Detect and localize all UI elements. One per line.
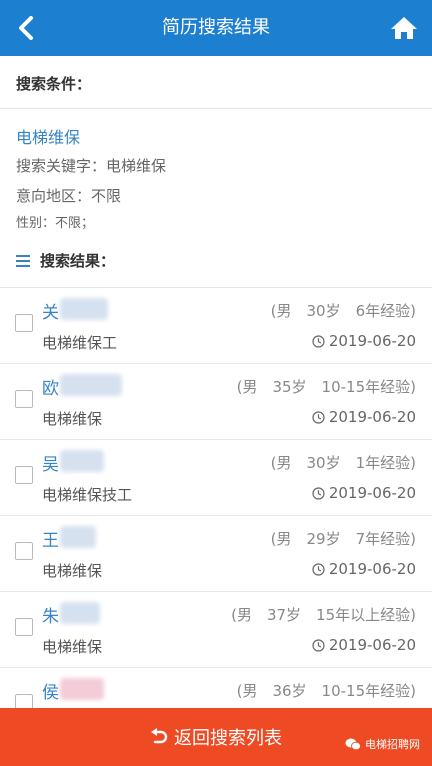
watermark-text: 电梯招聘网 <box>365 738 420 751</box>
date-field: 2019-06-20 <box>312 636 416 654</box>
result-item[interactable]: 吴 (男 30岁 1年经验) 电梯维保技工 2019-06-20 <box>0 440 432 516</box>
back-to-list-label: 返回搜索列表 <box>174 728 282 749</box>
candidate-name[interactable]: 欧 <box>42 374 59 399</box>
date-field: 2019-06-20 <box>312 484 416 502</box>
date-field: 2019-06-20 <box>312 408 416 426</box>
candidate-name[interactable]: 王 <box>42 526 59 551</box>
clock-icon <box>312 410 325 424</box>
candidate-meta: (男 29岁 7年经验) <box>270 530 416 548</box>
candidate-date: 2019-06-20 <box>328 560 416 578</box>
candidate-job: 电梯维保 <box>42 410 103 428</box>
date-field: 2019-06-20 <box>312 560 416 578</box>
select-checkbox[interactable] <box>15 618 33 636</box>
result-item[interactable]: 欧 (男 35岁 10-15年经验) 电梯维保 2019-06-20 <box>0 364 432 440</box>
candidate-job: 电梯维保工 <box>42 334 118 352</box>
result-item[interactable]: 朱 (男 37岁 15年以上经验) 电梯维保 2019-06-20 <box>0 592 432 668</box>
candidate-date: 2019-06-20 <box>328 484 416 502</box>
candidate-meta: (男 37岁 15年以上经验) <box>231 606 416 624</box>
watermark: 电梯招聘网 <box>345 736 420 752</box>
clock-icon <box>312 562 325 576</box>
results-header: 搜索结果： <box>16 250 115 271</box>
name-blur <box>60 678 104 700</box>
list-icon <box>16 254 30 267</box>
result-item[interactable]: 王 (男 29岁 7年经验) 电梯维保 2019-06-20 <box>0 516 432 592</box>
page-title: 简历搜索结果 <box>162 17 270 38</box>
condition-title: 电梯维保 <box>16 128 81 147</box>
candidate-meta: (男 36岁 10-15年经验) <box>236 682 416 700</box>
home-icon <box>391 17 417 39</box>
top-bar: 简历搜索结果 <box>0 0 432 56</box>
candidate-job: 电梯维保技工 <box>42 486 133 504</box>
condition-gender: 性别：不限； <box>16 216 95 231</box>
select-checkbox[interactable] <box>15 466 33 484</box>
candidate-name[interactable]: 吴 <box>42 450 59 475</box>
clock-icon <box>312 486 325 500</box>
candidate-meta: (男 30岁 6年经验) <box>270 302 416 320</box>
condition-keyword: 搜索关键字：电梯维保 <box>16 157 167 175</box>
candidate-date: 2019-06-20 <box>328 332 416 350</box>
candidate-meta: (男 30岁 1年经验) <box>270 454 416 472</box>
name-blur <box>60 602 100 624</box>
candidate-date: 2019-06-20 <box>328 636 416 654</box>
candidate-name[interactable]: 侯 <box>42 678 59 703</box>
return-arrow-icon <box>151 728 168 744</box>
chat-bubble-icon <box>345 738 361 750</box>
name-blur <box>60 526 96 548</box>
home-button[interactable] <box>386 10 422 46</box>
name-blur <box>60 298 108 320</box>
candidate-meta: (男 35岁 10-15年经验) <box>236 378 416 396</box>
select-checkbox[interactable] <box>15 390 33 408</box>
name-blur <box>60 374 122 396</box>
clock-icon <box>312 334 325 348</box>
candidate-name[interactable]: 朱 <box>42 602 59 627</box>
clock-icon <box>312 638 325 652</box>
condition-region: 意向地区：不限 <box>16 187 122 205</box>
candidate-date: 2019-06-20 <box>328 408 416 426</box>
candidate-job: 电梯维保 <box>42 562 103 580</box>
select-checkbox[interactable] <box>15 314 33 332</box>
select-checkbox[interactable] <box>15 542 33 560</box>
divider <box>0 108 432 109</box>
conditions-label: 搜索条件： <box>16 75 92 93</box>
candidate-job: 电梯维保 <box>42 638 103 656</box>
date-field: 2019-06-20 <box>312 332 416 350</box>
results-label: 搜索结果： <box>40 252 116 270</box>
name-blur <box>60 450 104 472</box>
candidate-name[interactable]: 关 <box>42 298 59 323</box>
back-to-list-content: 返回搜索列表 <box>150 724 282 750</box>
result-item[interactable]: 关 (男 30岁 6年经验) 电梯维保工 2019-06-20 <box>0 288 432 364</box>
